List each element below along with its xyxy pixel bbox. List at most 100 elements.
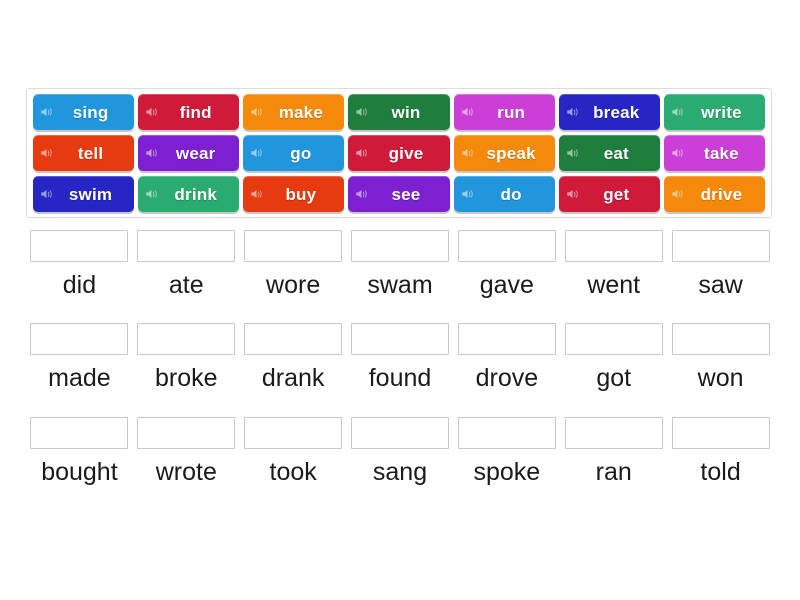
drop-slot[interactable] xyxy=(30,416,129,449)
speaker-icon[interactable] xyxy=(355,146,369,160)
answer-cell: won xyxy=(667,323,774,394)
word-tile[interactable]: speak xyxy=(453,135,555,171)
word-tile[interactable]: drive xyxy=(663,176,765,212)
answer-cell: ran xyxy=(560,416,667,488)
answer-cell: did xyxy=(26,230,133,301)
answer-word: took xyxy=(269,457,317,486)
answer-row: made broke drank found drove got won xyxy=(26,323,774,394)
word-tile[interactable]: do xyxy=(453,176,555,212)
tile-row: swim drink buy see do get drive xyxy=(31,176,767,212)
speaker-icon[interactable] xyxy=(355,105,369,119)
drop-slot[interactable] xyxy=(564,416,663,449)
drop-slot[interactable] xyxy=(671,323,770,356)
answer-cell: saw xyxy=(667,230,774,301)
word-tile[interactable]: tell xyxy=(33,135,135,171)
answer-cell: went xyxy=(560,230,667,301)
speaker-icon[interactable] xyxy=(250,105,264,119)
drop-slot[interactable] xyxy=(351,230,449,262)
speaker-icon[interactable] xyxy=(355,187,369,201)
word-tile-label: sing xyxy=(72,102,109,122)
answer-cell: took xyxy=(240,416,347,488)
speaker-icon[interactable] xyxy=(40,146,54,160)
word-tile[interactable]: buy xyxy=(243,176,345,212)
speaker-icon[interactable] xyxy=(40,187,54,201)
word-tile[interactable]: eat xyxy=(558,135,660,171)
speaker-icon[interactable] xyxy=(566,146,580,160)
answer-word: sang xyxy=(372,457,428,486)
answer-row: bought wrote took sang spoke ran told xyxy=(26,416,774,488)
word-tile[interactable]: sing xyxy=(33,94,135,130)
speaker-icon[interactable] xyxy=(671,105,685,119)
word-tile[interactable]: drink xyxy=(138,176,240,212)
answer-word: won xyxy=(697,364,744,393)
word-tile[interactable]: take xyxy=(663,135,765,171)
speaker-icon[interactable] xyxy=(250,146,264,160)
word-tile[interactable]: wear xyxy=(138,135,240,171)
drop-slot[interactable] xyxy=(564,323,663,356)
drop-slot[interactable] xyxy=(137,323,236,356)
answer-word: wore xyxy=(266,271,321,299)
drop-slot[interactable] xyxy=(30,230,129,262)
drop-slot[interactable] xyxy=(137,230,236,262)
word-tile[interactable]: make xyxy=(243,94,345,130)
answer-word: ran xyxy=(595,457,632,486)
word-tile[interactable]: give xyxy=(348,135,450,171)
word-tile-label: write xyxy=(701,102,742,122)
drop-slot[interactable] xyxy=(671,416,770,449)
word-tile[interactable]: find xyxy=(138,94,240,130)
word-tile[interactable]: write xyxy=(663,94,765,130)
answer-word: broke xyxy=(155,364,218,393)
answer-cell: told xyxy=(667,416,774,488)
answer-word: went xyxy=(587,271,641,299)
drop-slot[interactable] xyxy=(457,230,556,262)
answer-word: told xyxy=(700,457,741,486)
speaker-icon[interactable] xyxy=(250,187,264,201)
word-tile[interactable]: see xyxy=(348,176,450,212)
speaker-icon[interactable] xyxy=(145,105,159,119)
word-tile[interactable]: win xyxy=(348,94,450,130)
word-tile[interactable]: break xyxy=(558,94,660,130)
word-tile[interactable]: run xyxy=(453,94,555,130)
word-tile-label: give xyxy=(388,143,424,163)
speaker-icon[interactable] xyxy=(461,187,475,201)
speaker-icon[interactable] xyxy=(566,105,580,119)
word-tile-label: drive xyxy=(700,184,743,204)
word-tile-label: wear xyxy=(175,143,216,163)
drop-slot[interactable] xyxy=(351,323,449,356)
speaker-icon[interactable] xyxy=(461,146,475,160)
speaker-icon[interactable] xyxy=(671,187,685,201)
speaker-icon[interactable] xyxy=(40,105,54,119)
word-tile[interactable]: go xyxy=(243,135,345,171)
drop-slot[interactable] xyxy=(457,323,556,356)
answer-cell: drank xyxy=(240,323,347,394)
tile-row: tell wear go give speak eat take xyxy=(31,135,767,171)
word-tile-label: swim xyxy=(68,184,113,204)
answer-cell: spoke xyxy=(453,416,560,488)
speaker-icon[interactable] xyxy=(671,146,685,160)
speaker-icon[interactable] xyxy=(145,146,159,160)
answer-word: drove xyxy=(475,364,539,393)
answer-word: swam xyxy=(367,271,433,299)
drop-slot[interactable] xyxy=(351,416,449,449)
drop-slot[interactable] xyxy=(244,416,343,449)
drop-slot[interactable] xyxy=(244,230,343,262)
drop-slot[interactable] xyxy=(564,230,663,262)
word-tile-label: find xyxy=(179,102,212,122)
answer-word: spoke xyxy=(473,457,541,486)
answer-word: saw xyxy=(698,271,743,299)
word-tile-label: tell xyxy=(77,143,104,163)
speaker-icon[interactable] xyxy=(461,105,475,119)
drop-slot[interactable] xyxy=(137,416,236,449)
answer-cell: swam xyxy=(347,230,454,301)
drop-slot[interactable] xyxy=(30,323,129,356)
speaker-icon[interactable] xyxy=(145,187,159,201)
activity-canvas: sing find make win run break write tell wear go gi… xyxy=(0,0,800,600)
word-tile-label: win xyxy=(391,102,421,122)
drop-slot[interactable] xyxy=(457,416,556,449)
speaker-icon[interactable] xyxy=(566,187,580,201)
drop-slot[interactable] xyxy=(671,230,770,262)
word-tile[interactable]: get xyxy=(558,176,660,212)
word-tile[interactable]: swim xyxy=(33,176,135,212)
word-tile-label: do xyxy=(500,184,522,204)
drop-slot[interactable] xyxy=(244,323,343,356)
